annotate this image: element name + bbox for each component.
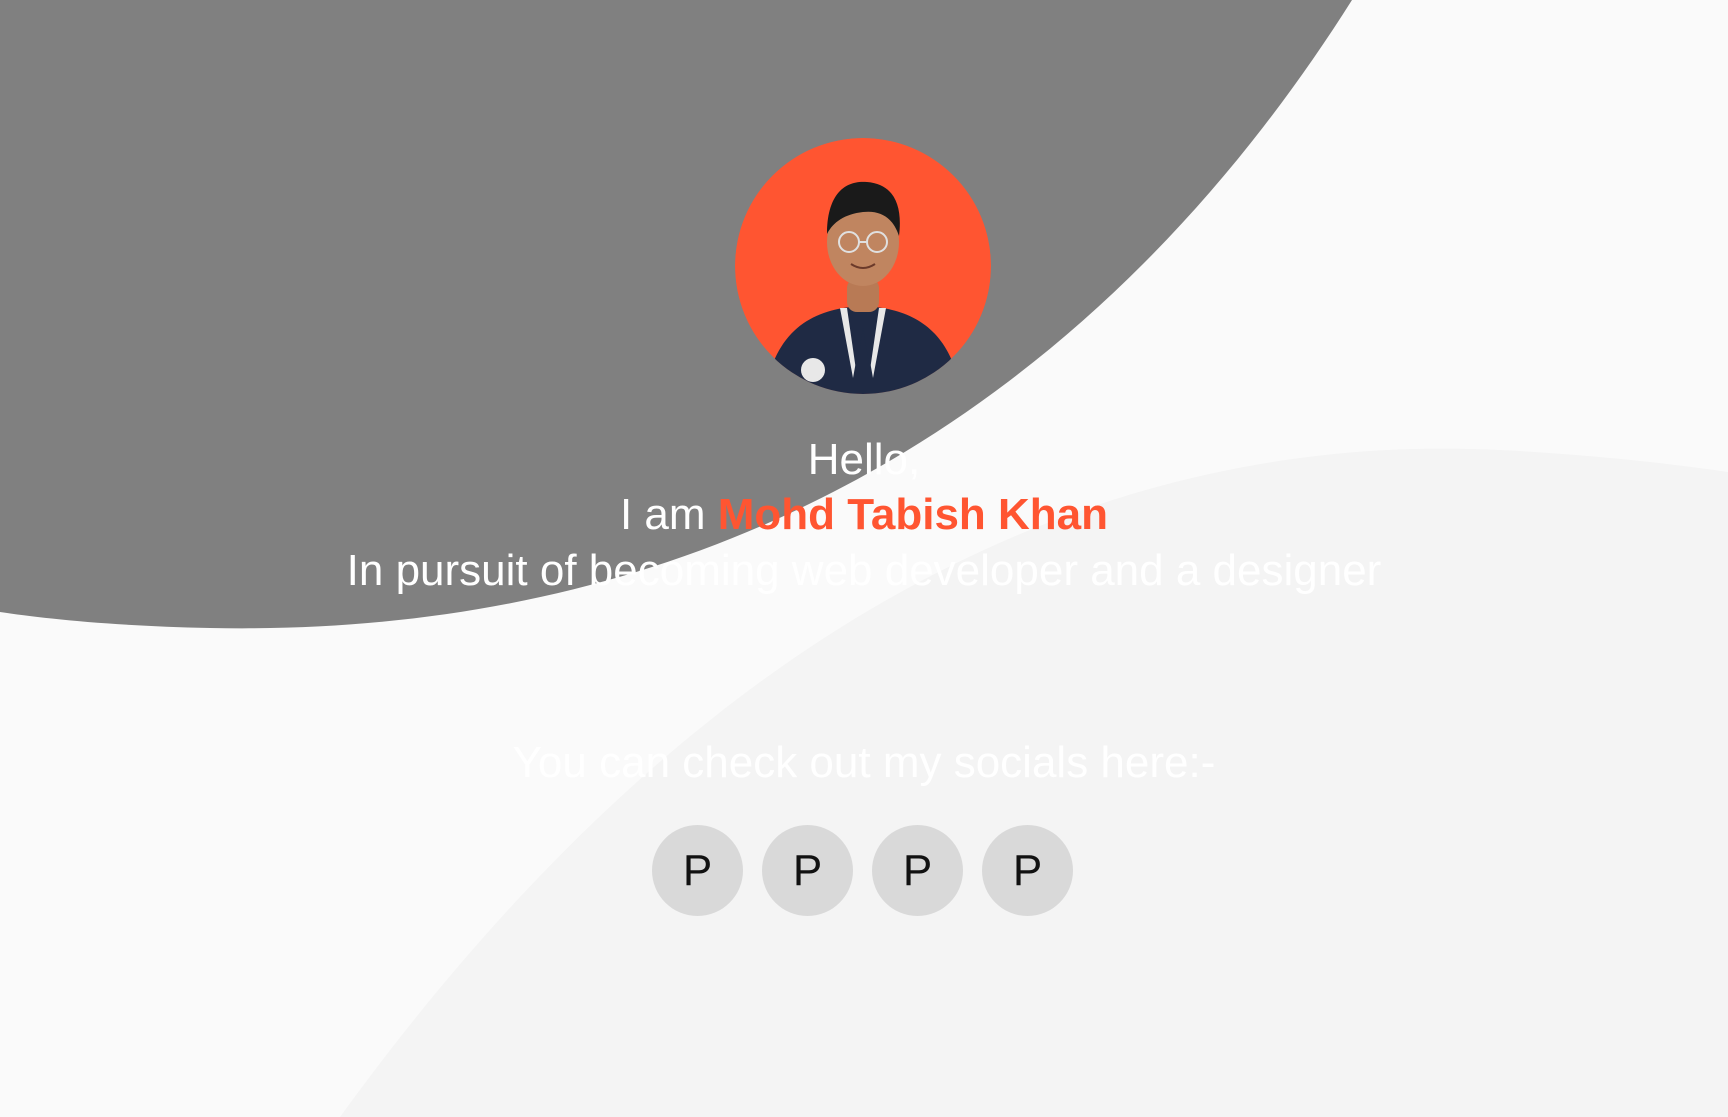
socials-heading: You can check out my socials here:- [512,738,1216,787]
social-link-1[interactable]: P [652,825,743,916]
social-link-2[interactable]: P [762,825,853,916]
social-link-4[interactable]: P [982,825,1073,916]
name-prefix: I am [619,490,706,539]
portfolio-page: Hello, I am Mohd Tabish Khan In pursuit … [0,0,1728,1117]
greeting-text: Hello, [807,435,921,484]
social-links: P P P P [652,825,1073,916]
owner-name: Mohd Tabish Khan [717,490,1109,539]
profile-avatar [735,138,991,394]
name-line: I am Mohd Tabish Khan [0,487,1728,543]
profile-photo [735,138,991,394]
social-link-3[interactable]: P [872,825,963,916]
tagline-text: In pursuit of becoming web developer and… [346,546,1382,595]
